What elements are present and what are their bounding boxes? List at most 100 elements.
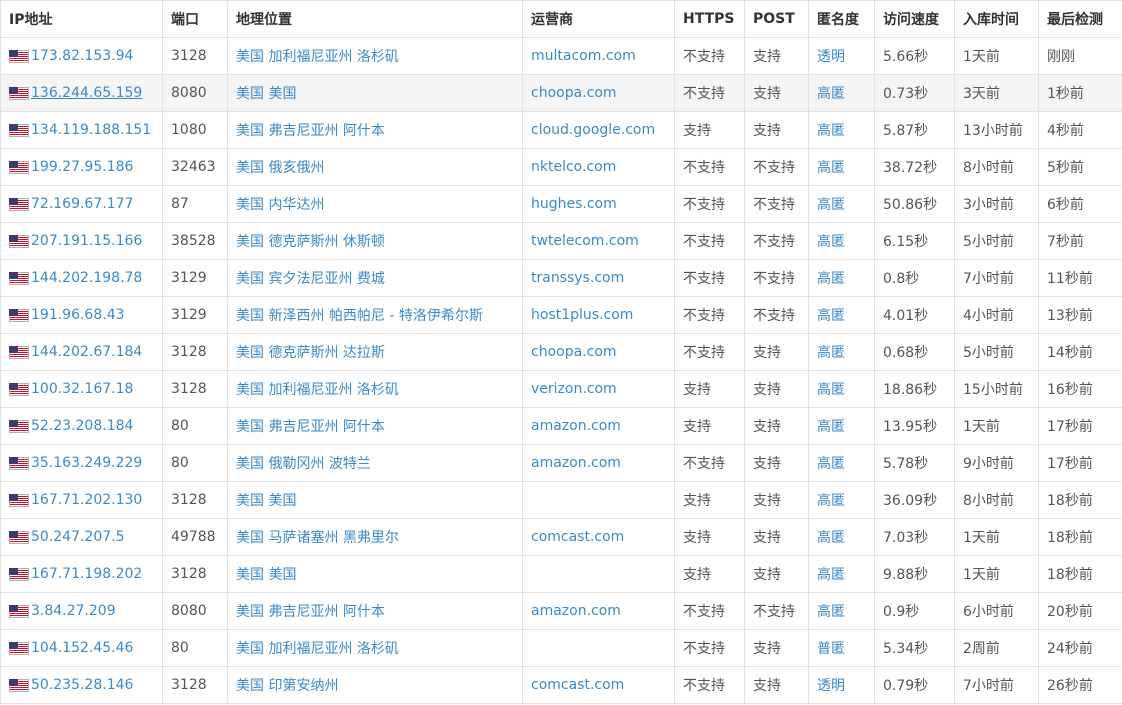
anonymity-link[interactable]: 高匿 — [817, 530, 845, 546]
anonymity-link[interactable]: 透明 — [817, 678, 845, 694]
anonymity-link[interactable]: 透明 — [817, 49, 845, 65]
ip-link[interactable]: 100.32.167.18 — [31, 381, 133, 397]
location-link[interactable]: 美国 德克萨斯州 达拉斯 — [236, 345, 385, 361]
ip-link[interactable]: 104.152.45.46 — [31, 640, 133, 656]
location-link[interactable]: 美国 美国 — [236, 567, 296, 583]
ip-cell: 191.96.68.43 — [0, 296, 163, 334]
port-cell: 80 — [171, 455, 189, 471]
anonymity-link[interactable]: 高匿 — [817, 345, 845, 361]
location-cell: 美国 内华达州 — [227, 185, 523, 223]
us-flag-icon — [9, 308, 29, 322]
added-time-cell: 1天前 — [954, 407, 1039, 445]
ip-cell: 144.202.67.184 — [0, 333, 163, 371]
isp-link[interactable]: comcast.com — [531, 677, 624, 693]
last-check-cell: 17秒前 — [1047, 419, 1093, 435]
isp-link[interactable]: choopa.com — [531, 344, 617, 360]
location-link[interactable]: 美国 美国 — [236, 493, 296, 509]
location-link[interactable]: 美国 俄亥俄州 — [236, 160, 324, 176]
port-cell: 3129 — [171, 307, 207, 323]
ip-link[interactable]: 136.244.65.159 — [31, 85, 142, 101]
ip-link[interactable]: 144.202.67.184 — [31, 344, 142, 360]
ip-link[interactable]: 173.82.153.94 — [31, 48, 133, 64]
added-time-cell: 3小时前 — [954, 185, 1039, 223]
last-check-cell: 18秒前 — [1038, 481, 1122, 519]
ip-link[interactable]: 167.71.198.202 — [31, 566, 142, 582]
location-link[interactable]: 美国 加利福尼亚州 洛杉矶 — [236, 382, 399, 398]
location-link[interactable]: 美国 俄勒冈州 波特兰 — [236, 456, 371, 472]
anonymity-link[interactable]: 高匿 — [817, 567, 845, 583]
isp-cell: host1plus.com — [522, 296, 675, 334]
isp-link[interactable]: choopa.com — [531, 85, 617, 101]
added-time-cell: 7小时前 — [963, 271, 1014, 287]
ip-link[interactable]: 144.202.198.78 — [31, 270, 142, 286]
ip-link[interactable]: 35.163.249.229 — [31, 455, 142, 471]
https-cell: 不支持 — [674, 222, 745, 260]
anonymity-link[interactable]: 高匿 — [817, 86, 845, 102]
anonymity-link[interactable]: 高匿 — [817, 123, 845, 139]
isp-link[interactable]: cloud.google.com — [531, 122, 655, 138]
isp-link[interactable]: amazon.com — [531, 455, 621, 471]
table-row: 136.244.65.159 8080 美国 美国 choopa.com 不支持 支持 高匿… — [0, 74, 1122, 112]
isp-link[interactable]: hughes.com — [531, 196, 617, 212]
https-cell: 不支持 — [674, 37, 745, 75]
anonymity-link[interactable]: 高匿 — [817, 493, 845, 509]
post-cell: 不支持 — [744, 222, 809, 260]
isp-cell: nktelco.com — [522, 148, 675, 186]
anonymity-link[interactable]: 高匿 — [817, 197, 845, 213]
ip-link[interactable]: 167.71.202.130 — [31, 492, 142, 508]
anonymity-link[interactable]: 高匿 — [817, 604, 845, 620]
anonymity-link[interactable]: 高匿 — [817, 160, 845, 176]
ip-link[interactable]: 72.169.67.177 — [31, 196, 133, 212]
location-link[interactable]: 美国 弗吉尼亚州 阿什本 — [236, 419, 385, 435]
anonymity-link[interactable]: 高匿 — [817, 234, 845, 250]
ip-link[interactable]: 3.84.27.209 — [31, 603, 116, 619]
location-link[interactable]: 美国 弗吉尼亚州 阿什本 — [236, 123, 385, 139]
isp-link[interactable]: host1plus.com — [531, 307, 633, 323]
isp-link[interactable]: verizon.com — [531, 381, 617, 397]
anonymity-link[interactable]: 高匿 — [817, 382, 845, 398]
ip-cell: 52.23.208.184 — [0, 407, 163, 445]
location-link[interactable]: 美国 宾夕法尼亚州 费城 — [236, 271, 385, 287]
location-link[interactable]: 美国 内华达州 — [236, 197, 324, 213]
post-cell: 不支持 — [753, 604, 795, 620]
location-link[interactable]: 美国 加利福尼亚州 洛杉矶 — [236, 641, 399, 657]
location-cell: 美国 美国 — [227, 481, 523, 519]
isp-link[interactable]: transsys.com — [531, 270, 624, 286]
ip-link[interactable]: 191.96.68.43 — [31, 307, 125, 323]
added-time-cell: 1天前 — [954, 518, 1039, 556]
isp-link[interactable]: nktelco.com — [531, 159, 616, 175]
anonymity-link[interactable]: 高匿 — [817, 456, 845, 472]
https-cell: 不支持 — [683, 456, 725, 472]
ip-link[interactable]: 207.191.15.166 — [31, 233, 142, 249]
ip-link[interactable]: 50.235.28.146 — [31, 677, 133, 693]
anonymity-link[interactable]: 普匿 — [817, 641, 845, 657]
https-cell: 支持 — [683, 419, 711, 435]
location-link[interactable]: 美国 马萨诸塞州 黑弗里尔 — [236, 530, 399, 546]
post-cell: 支持 — [744, 666, 809, 704]
anonymity-link[interactable]: 高匿 — [817, 419, 845, 435]
ip-link[interactable]: 50.247.207.5 — [31, 529, 125, 545]
anonymity-cell: 高匿 — [808, 111, 875, 149]
location-link[interactable]: 美国 印第安纳州 — [236, 678, 338, 694]
anonymity-link[interactable]: 高匿 — [817, 308, 845, 324]
isp-link[interactable]: multacom.com — [531, 48, 636, 64]
location-link[interactable]: 美国 美国 — [236, 86, 296, 102]
ip-link[interactable]: 199.27.95.186 — [31, 159, 133, 175]
anonymity-cell: 高匿 — [808, 148, 875, 186]
isp-link[interactable]: comcast.com — [531, 529, 624, 545]
location-cell: 美国 德克萨斯州 达拉斯 — [227, 333, 523, 371]
location-link[interactable]: 美国 弗吉尼亚州 阿什本 — [236, 604, 385, 620]
added-time-cell: 1天前 — [954, 555, 1039, 593]
isp-link[interactable]: amazon.com — [531, 418, 621, 434]
isp-link[interactable]: amazon.com — [531, 603, 621, 619]
isp-link[interactable]: twtelecom.com — [531, 233, 639, 249]
location-link[interactable]: 美国 新泽西州 帕西帕尼 - 特洛伊希尔斯 — [236, 308, 483, 324]
added-time-cell: 6小时前 — [963, 604, 1014, 620]
location-link[interactable]: 美国 加利福尼亚州 洛杉矶 — [236, 49, 399, 65]
https-cell: 支持 — [674, 481, 745, 519]
location-link[interactable]: 美国 德克萨斯州 休斯顿 — [236, 234, 385, 250]
ip-link[interactable]: 52.23.208.184 — [31, 418, 133, 434]
anonymity-link[interactable]: 高匿 — [817, 271, 845, 287]
ip-link[interactable]: 134.119.188.151 — [31, 122, 151, 138]
added-time-cell: 8小时前 — [963, 160, 1014, 176]
